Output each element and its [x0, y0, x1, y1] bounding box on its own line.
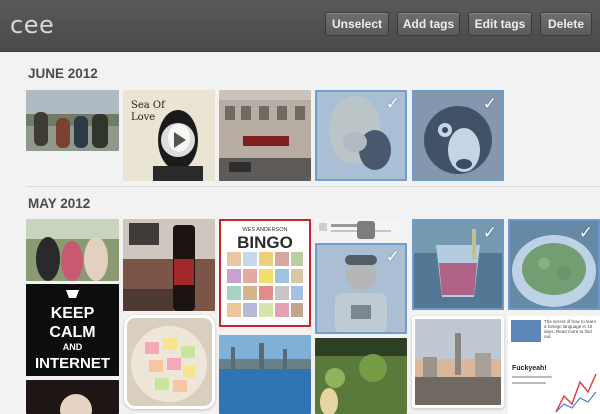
photo-thumb-selected[interactable]: ✓	[412, 219, 504, 310]
photo-thumb[interactable]	[26, 90, 119, 151]
section-divider	[26, 186, 600, 187]
keep-calm-line-4: INTERNET	[35, 355, 110, 372]
photo-article-screenshot[interactable]: The secret of how to learn a foreign lan…	[508, 316, 600, 414]
photo-thumb-selected[interactable]: ✓	[315, 90, 407, 181]
section-heading-may-2012: MAY 2012	[28, 196, 91, 211]
keep-calm-line-1: KEEP	[51, 305, 95, 322]
article-screenshot-artwork: The secret of how to learn a foreign lan…	[508, 316, 600, 414]
keep-calm-line-3: AND	[63, 342, 83, 352]
photo-candy-bowl	[127, 318, 212, 406]
photo-thumb[interactable]	[26, 219, 119, 281]
edit-tags-button[interactable]: Edit tags	[468, 12, 532, 36]
photo-thumb[interactable]	[26, 380, 119, 414]
photo-thumb[interactable]	[219, 335, 311, 414]
video-thumb[interactable]: Sea Of Love	[123, 90, 215, 181]
photo-thumb[interactable]	[219, 90, 311, 181]
photo-bingo-card[interactable]: WES ANDERSON BINGO	[219, 219, 311, 327]
article-text: The secret of how to learn a foreign lan…	[544, 319, 597, 339]
unselect-button[interactable]: Unselect	[325, 12, 389, 36]
photo-group-outdoors	[26, 90, 119, 151]
svg-text:Love: Love	[131, 112, 155, 123]
photo-dark-light	[26, 380, 119, 414]
photo-city-lake	[219, 335, 311, 414]
photo-thumb[interactable]	[123, 219, 215, 311]
section-heading-june-2012: JUNE 2012	[28, 66, 98, 81]
play-icon[interactable]	[161, 123, 195, 157]
photo-three-women	[26, 219, 119, 281]
checkmark-icon: ✓	[482, 223, 497, 243]
top-bar: cee Unselect Add tags Edit tags Delete	[0, 0, 600, 52]
photo-thumb-selected[interactable]: ✓	[412, 90, 504, 181]
add-tags-button[interactable]: Add tags	[397, 12, 460, 36]
photo-thumb-selected[interactable]: ✓	[508, 219, 600, 310]
photo-thumb[interactable]	[415, 319, 501, 405]
photo-thumb-selected[interactable]: ✓	[315, 243, 407, 334]
photo-garden	[315, 338, 407, 414]
photo-bottle-desk	[123, 219, 215, 311]
checkmark-icon: ✓	[578, 223, 593, 243]
keep-calm-artwork: KEEP CALM AND INTERNET	[26, 284, 119, 376]
photo-thumb[interactable]	[315, 219, 407, 239]
app-logo[interactable]: cee	[10, 11, 54, 39]
svg-text:Sea Of: Sea Of	[131, 100, 166, 111]
bingo-word: BINGO	[237, 233, 293, 252]
photo-keep-calm-poster[interactable]: KEEP CALM AND INTERNET	[26, 284, 119, 376]
photo-city-skyline	[415, 319, 501, 405]
photo-thumb[interactable]	[127, 318, 212, 406]
photo-tweet-strip	[315, 219, 407, 239]
delete-button[interactable]: Delete	[540, 12, 592, 36]
photo-theater-building	[219, 90, 311, 181]
checkmark-icon: ✓	[385, 94, 400, 114]
checkmark-icon: ✓	[482, 94, 497, 114]
article-title: Fuckyeah!	[512, 365, 547, 372]
bingo-card-artwork: WES ANDERSON BINGO	[219, 219, 311, 327]
checkmark-icon: ✓	[385, 247, 400, 267]
photo-thumb[interactable]	[315, 338, 407, 414]
keep-calm-line-2: CALM	[49, 324, 95, 341]
